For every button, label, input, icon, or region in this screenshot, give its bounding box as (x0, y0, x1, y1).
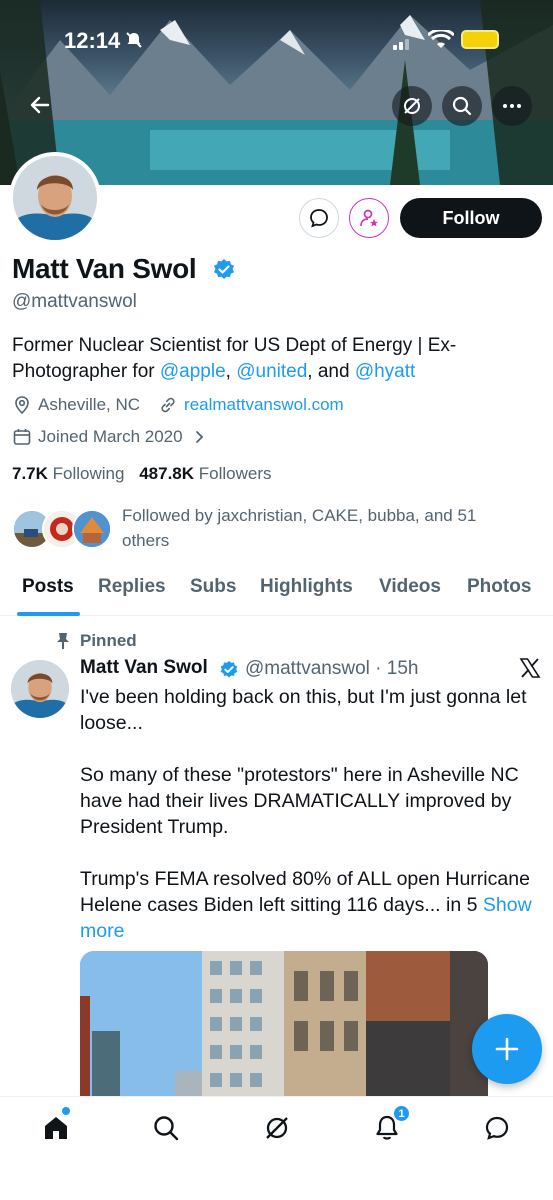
bio-mention-united[interactable]: @united (236, 361, 307, 382)
bio-separator: , and (307, 361, 355, 382)
verified-icon[interactable] (212, 258, 236, 282)
subscribe-button[interactable] (349, 198, 389, 238)
battery-icon (461, 30, 499, 49)
followers-stat[interactable]: 487.8K Followers (139, 464, 271, 483)
following-stat[interactable]: 7.7K Following (12, 464, 124, 483)
followers-count: 487.8K (139, 464, 195, 483)
post-avatar[interactable] (11, 660, 69, 718)
post-author-handle: @mattvanswol · 15h (245, 658, 419, 679)
link-icon (161, 397, 175, 413)
message-button[interactable] (299, 198, 339, 238)
more-icon (503, 104, 521, 108)
following-label: Following (52, 464, 125, 483)
profile-meta-row: Asheville, NC realmattvanswol.com (12, 395, 344, 415)
grok-icon (404, 98, 420, 114)
profile-avatar[interactable] (9, 152, 101, 244)
verified-icon (220, 660, 238, 678)
bottom-nav: 1 (0, 1096, 553, 1200)
tab-videos[interactable]: Videos (379, 576, 441, 598)
bio-separator: , (225, 361, 237, 382)
profile-stats: 7.7K Following 487.8K Followers (12, 464, 272, 484)
profile-name: Matt Van Swol (12, 253, 197, 284)
status-bar: 12:14 (0, 0, 553, 80)
compose-button[interactable] (472, 1014, 542, 1084)
wifi-icon (428, 30, 454, 48)
profile-joined-row[interactable]: Joined March 2020 (12, 427, 207, 447)
profile-bio: Former Nuclear Scientist for US Dept of … (12, 333, 532, 385)
location-icon (15, 396, 29, 415)
follower-avatar (72, 509, 112, 549)
bell-off-icon (126, 32, 142, 48)
bio-mention-apple[interactable]: @apple (160, 361, 226, 382)
follow-button[interactable]: Follow (400, 198, 542, 238)
search-button[interactable] (442, 86, 482, 126)
back-button[interactable] (20, 85, 60, 125)
search-icon (154, 1116, 179, 1141)
profile-handle: @mattvanswol (12, 291, 137, 312)
plus-icon (495, 1037, 519, 1061)
post-image-buildings (80, 951, 488, 1096)
subscribe-icon (360, 209, 378, 227)
post-avatar-portrait (11, 660, 69, 718)
status-time: 12:14 (64, 28, 121, 53)
messages-icon (485, 1116, 509, 1140)
nav-messages[interactable] (480, 1111, 514, 1145)
profile-joined: Joined March 2020 (38, 427, 183, 446)
grok-icon (266, 1117, 288, 1139)
post-image[interactable] (80, 951, 488, 1096)
home-icon (45, 1117, 67, 1139)
calendar-icon (13, 429, 31, 445)
following-count: 7.7K (12, 464, 48, 483)
tab-posts[interactable]: Posts (22, 576, 74, 598)
profile-location: Asheville, NC (38, 395, 141, 414)
nav-home[interactable] (39, 1111, 73, 1145)
signal-icon (393, 39, 409, 50)
nav-grok[interactable] (260, 1111, 294, 1145)
back-arrow-icon (30, 96, 50, 114)
tab-replies[interactable]: Replies (98, 576, 166, 598)
post-body: I've been holding back on this, but I'm … (80, 686, 530, 916)
home-unread-dot (62, 1107, 70, 1115)
profile-website[interactable]: realmattvanswol.com (184, 395, 344, 415)
notifications-badge: 1 (393, 1105, 410, 1122)
tab-highlights[interactable]: Highlights (260, 576, 353, 598)
pin-icon (57, 633, 69, 649)
post-author-name[interactable]: Matt Van Swol (80, 657, 208, 679)
follower-avatar-image (74, 511, 110, 547)
followers-label: Followers (198, 464, 272, 483)
search-icon (452, 96, 472, 116)
tab-subs[interactable]: Subs (190, 576, 236, 598)
x-logo-icon (519, 658, 541, 678)
tab-photos[interactable]: Photos (467, 576, 531, 598)
post-text[interactable]: I've been holding back on this, but I'm … (80, 684, 542, 944)
followed-by-text[interactable]: Followed by jaxchristian, CAKE, bubba, a… (122, 503, 522, 553)
more-button[interactable] (492, 86, 532, 126)
active-tab-indicator (17, 612, 80, 616)
chevron-right-icon (195, 431, 203, 443)
avatar-portrait (13, 156, 97, 240)
bio-mention-hyatt[interactable]: @hyatt (355, 361, 415, 382)
nav-search[interactable] (149, 1111, 183, 1145)
pinned-label: Pinned (80, 631, 137, 650)
grok-button[interactable] (392, 86, 432, 126)
profile-tabs: Posts Replies Subs Highlights Videos Pho… (0, 566, 553, 616)
message-icon (310, 209, 328, 228)
